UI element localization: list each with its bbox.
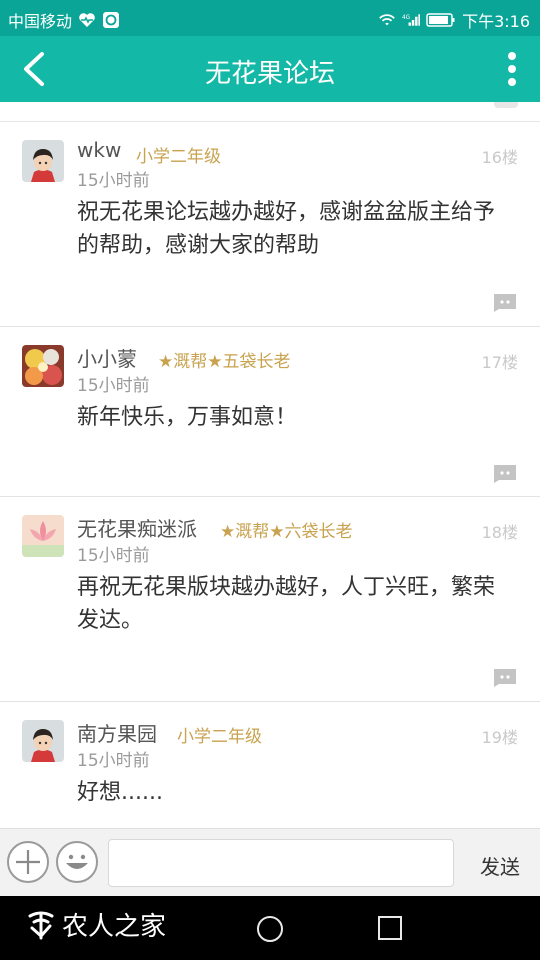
post-item: 小小蒙 ★溉帮★五袋长老 17楼 15小时前 新年快乐，万事如意！: [0, 327, 540, 497]
floor-number: 18楼: [481, 523, 518, 542]
post-time: 15小时前: [77, 171, 150, 191]
rank-badge: ★溉帮★六袋长老: [220, 522, 353, 542]
post-item: 无花果痴迷派 ★溉帮★六袋长老 18楼 15小时前 再祝无花果版块越办越好，人丁…: [0, 497, 540, 702]
post-time: 15小时前: [77, 376, 150, 396]
home-button[interactable]: [257, 916, 283, 942]
avatar[interactable]: [22, 720, 64, 762]
network-type-label: 4G: [402, 15, 410, 21]
carrier-label: 中国移动: [8, 12, 73, 31]
app-bar: 无花果论坛: [0, 36, 540, 102]
app-notification-icon: [103, 12, 120, 28]
recent-apps-button[interactable]: [378, 916, 402, 940]
page-title: 无花果论坛: [204, 59, 335, 89]
floor-number: 16楼: [481, 148, 518, 167]
post-time: 15小时前: [77, 751, 150, 771]
more-menu-icon[interactable]: [502, 50, 522, 88]
emoji-button[interactable]: [56, 841, 98, 883]
post-time: 15小时前: [77, 546, 150, 566]
comment-icon[interactable]: [492, 667, 518, 687]
plus-icon: [16, 850, 40, 874]
post-content: 祝无花果论坛越办越好，感谢盆盆版主给予的帮助，感谢大家的帮助: [77, 200, 496, 258]
floor-number: 17楼: [481, 353, 518, 372]
battery-icon: [426, 13, 455, 27]
reply-text-input[interactable]: [108, 839, 454, 887]
post-item: 南方果园 小学二年级 19楼 15小时前 好想......: [0, 702, 540, 828]
floor-number: 19楼: [481, 728, 518, 747]
health-heart-icon: [79, 13, 95, 27]
avatar[interactable]: [22, 345, 64, 387]
send-button[interactable]: 发送: [480, 851, 520, 880]
rank-badge: 小学二年级: [177, 727, 262, 747]
watermark: 农人之家: [24, 906, 166, 943]
post-content: 好想......: [77, 780, 163, 805]
previous-reply-icon[interactable]: [494, 102, 518, 108]
watermark-text: 农人之家: [62, 912, 167, 942]
rank-badge: 小学二年级: [136, 147, 221, 167]
rank-badge: ★溉帮★五袋长老: [158, 352, 291, 372]
comment-icon[interactable]: [492, 292, 518, 312]
add-attachment-button[interactable]: [7, 841, 49, 883]
signal-icon: 4G: [402, 14, 421, 26]
system-nav-bar: 农人之家: [0, 896, 540, 960]
smiley-icon: [66, 854, 88, 869]
watermark-logo-icon: [28, 911, 54, 939]
author-name[interactable]: 小小蒙: [77, 343, 137, 372]
clock-label: 下午3:16: [462, 12, 530, 31]
post-list[interactable]: wkw 小学二年级 16楼 15小时前 祝无花果论坛越办越好，感谢盆盆版主给予的…: [0, 102, 540, 828]
avatar[interactable]: [22, 140, 64, 182]
author-name[interactable]: 无花果痴迷派: [77, 513, 197, 542]
author-name[interactable]: wkw: [77, 138, 121, 162]
status-bar: 中国移动 4G 下午3:16: [0, 0, 540, 36]
post-content: 新年快乐，万事如意！: [77, 405, 298, 430]
comment-icon[interactable]: [492, 463, 518, 483]
author-name[interactable]: 南方果园: [77, 718, 157, 747]
previous-post-tail: [0, 102, 540, 122]
post-content: 再祝无花果版块越办越好，人丁兴旺，繁荣发达。: [77, 575, 496, 633]
wifi-icon: [379, 14, 395, 26]
reply-input-bar: 发送: [0, 828, 540, 896]
avatar[interactable]: [22, 515, 64, 557]
post-item: wkw 小学二年级 16楼 15小时前 祝无花果论坛越办越好，感谢盆盆版主给予的…: [0, 122, 540, 327]
